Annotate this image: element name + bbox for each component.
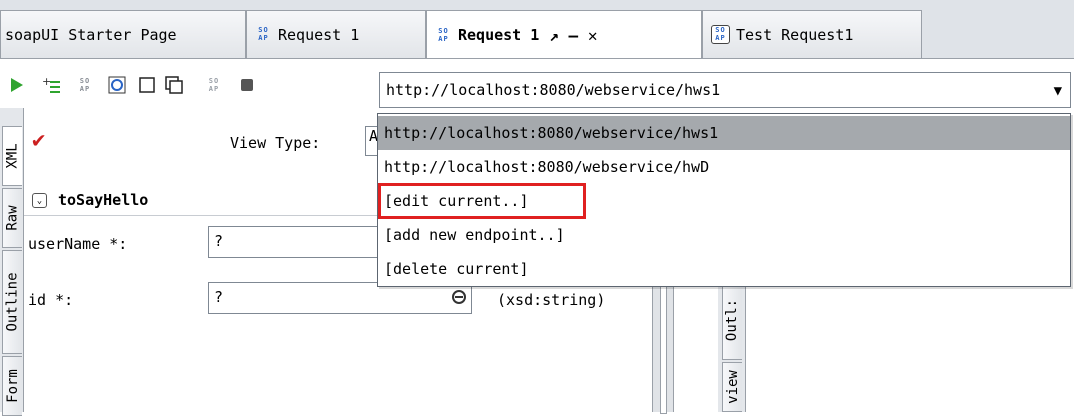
username-label: userName *:: [28, 235, 128, 253]
tab-label: Outl:: [724, 298, 741, 342]
soap-test-icon: SO AP: [711, 25, 730, 44]
maximize-icon[interactable]: [138, 76, 156, 94]
tab-raw[interactable]: Raw: [2, 188, 22, 248]
svg-text:+: +: [42, 76, 51, 88]
endpoint-dropdown: http://localhost:8080/webservice/hws1 ht…: [377, 113, 1071, 287]
tab-label: soapUI Starter Page: [5, 25, 177, 44]
tab-label: Form: [4, 369, 21, 403]
validate-check-icon[interactable]: ✔: [32, 128, 45, 153]
tab-overview-right[interactable]: view: [722, 362, 742, 412]
tab-label: XML: [4, 143, 21, 169]
tab-request-1-active[interactable]: SO AP Request 1 ↗ – ✕: [426, 10, 702, 59]
stop-icon[interactable]: [238, 76, 256, 94]
username-value: ?: [214, 232, 224, 250]
tab-starter-page[interactable]: soapUI Starter Page: [0, 10, 246, 58]
tab-label: Request 1: [458, 26, 540, 44]
tab-outline-right[interactable]: Outl:: [722, 280, 742, 360]
chevron-down-icon[interactable]: ▼: [1054, 83, 1062, 99]
tab-label: view: [724, 370, 741, 404]
soap-icon: SO AP: [438, 26, 449, 43]
tab-form[interactable]: Form: [2, 356, 22, 416]
tab-request-1-a[interactable]: SO AP Request 1: [246, 10, 426, 58]
type-hint: (xsd:string): [497, 291, 606, 309]
id-label: id *:: [28, 291, 74, 309]
soap-icon[interactable]: SO AP: [76, 76, 94, 94]
refresh-icon[interactable]: [108, 76, 126, 94]
dropdown-item-edit-current[interactable]: [edit current..]: [378, 184, 1070, 218]
id-value: ?: [214, 288, 224, 306]
endpoint-current: http://localhost:8080/webservice/hws1: [386, 81, 721, 99]
editor-tab-bar: soapUI Starter Page SO AP Request 1 SO AP …: [0, 0, 1074, 59]
dropdown-item-delete-current[interactable]: [delete current]: [378, 252, 1070, 286]
clone-icon[interactable]: [165, 76, 183, 94]
tab-label: Outline: [4, 272, 21, 332]
tab-outline[interactable]: Outline: [2, 250, 22, 354]
tab-label: Raw: [4, 205, 21, 231]
soap-icon[interactable]: SO AP: [205, 76, 223, 94]
operation-name: toSayHello: [58, 190, 149, 209]
left-view-tabs: XML Raw Outline Form: [0, 108, 24, 416]
run-icon[interactable]: [8, 76, 26, 94]
tab-test-request1[interactable]: SO AP Test Request1: [702, 10, 922, 58]
dropdown-item-add-endpoint[interactable]: [add new endpoint..]: [378, 218, 1070, 252]
tab-controls[interactable]: ↗ – ✕: [549, 26, 597, 45]
collapse-icon[interactable]: ⌄: [32, 193, 47, 208]
tab-label: Request 1: [278, 25, 360, 44]
tab-xml[interactable]: XML: [2, 126, 22, 186]
endpoint-combo[interactable]: http://localhost:8080/webservice/hws1 ▼: [379, 72, 1071, 108]
add-to-testcase-icon[interactable]: +: [42, 76, 60, 94]
dropdown-item-endpoint-hws1[interactable]: http://localhost:8080/webservice/hws1: [378, 116, 1070, 150]
view-type-label: View Type:: [230, 134, 321, 152]
tab-label: Test Request1: [736, 25, 854, 44]
dropdown-item-endpoint-hwd[interactable]: http://localhost:8080/webservice/hwD: [378, 150, 1070, 184]
set-null-icon[interactable]: [452, 290, 466, 304]
soap-icon: SO AP: [258, 26, 269, 42]
